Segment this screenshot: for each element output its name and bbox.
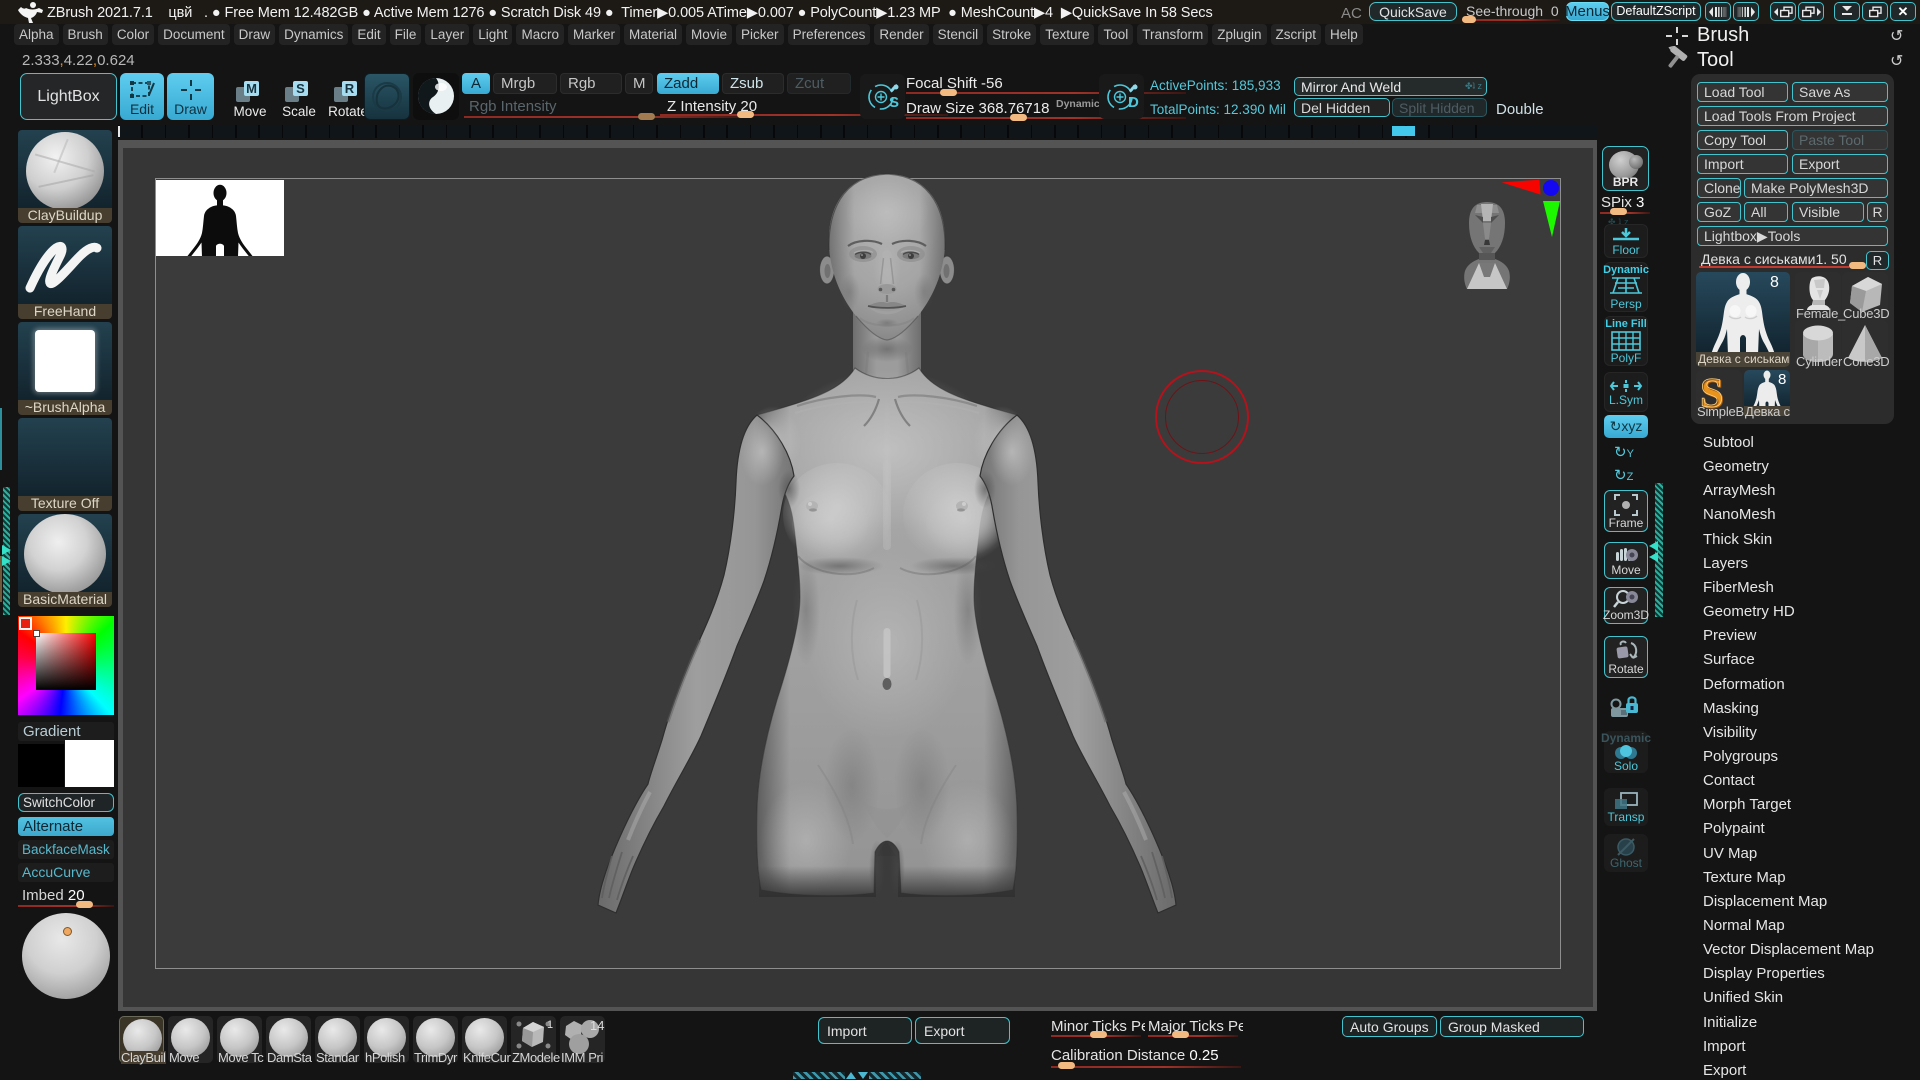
svg-text:14: 14	[590, 1018, 604, 1033]
svg-text:S: S	[889, 94, 899, 111]
svg-text:D: D	[1128, 94, 1139, 111]
svg-text:1: 1	[547, 1019, 553, 1031]
